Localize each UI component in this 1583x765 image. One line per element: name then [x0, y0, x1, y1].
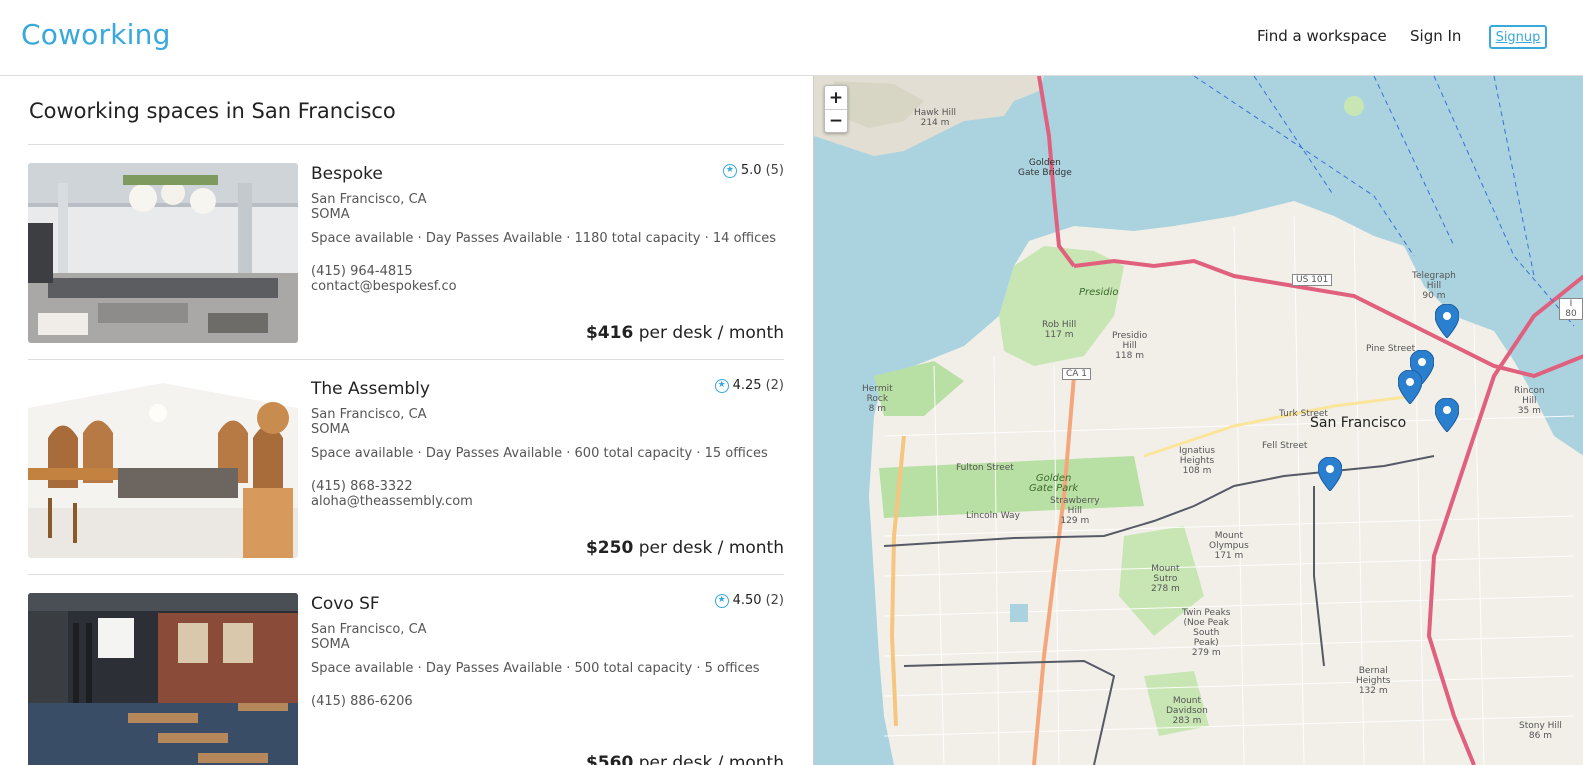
rating-value: 4.25 [732, 378, 762, 393]
price-unit: per desk / month [638, 753, 784, 765]
highway-shield: CA 1 [1062, 368, 1092, 380]
rating-count: (2) [765, 593, 784, 608]
street-label: Lincoln Way [966, 511, 1020, 521]
listing-photo[interactable] [28, 378, 298, 558]
listing-city: San Francisco, CA [311, 622, 427, 637]
listing-email[interactable]: aloha@theassembly.com [311, 494, 473, 509]
star-icon: ★ [714, 593, 729, 608]
street-label: Fulton Street [956, 463, 1014, 473]
listing-neighborhood: SOMA [311, 422, 350, 437]
highway-shield: US 101 [1292, 274, 1333, 286]
listing-features: Space available · Day Passes Available ·… [311, 446, 768, 461]
listing-features: Space available · Day Passes Available ·… [311, 661, 760, 676]
map-label: Presidio [1079, 287, 1119, 298]
listing-rating: ★ 4.50 (2) [714, 593, 784, 608]
map-view[interactable]: + − San Francisco Hawk Hill 214 m Golden… [813, 76, 1583, 765]
map-label: Stony Hill 86 m [1519, 721, 1562, 741]
map-label: Hermit Rock 8 m [862, 384, 893, 414]
listings-panel: Coworking spaces in San Francisco Bespok… [0, 76, 813, 765]
listing-email[interactable]: contact@bespokesf.co [311, 279, 457, 294]
star-icon: ★ [714, 378, 729, 393]
divider [28, 359, 784, 360]
listing-name[interactable]: The Assembly [311, 379, 430, 399]
price-unit: per desk / month [638, 323, 784, 343]
price-amount: $560 [585, 753, 634, 765]
map-tiles[interactable] [814, 76, 1583, 765]
map-marker-icon[interactable] [1435, 304, 1459, 338]
highway-shield: I 80 [1559, 298, 1583, 320]
map-label: Bernal Heights 132 m [1356, 666, 1391, 696]
zoom-in-button[interactable]: + [825, 86, 847, 109]
zoom-control: + − [824, 85, 848, 133]
zoom-out-button[interactable]: − [825, 109, 847, 132]
map-label: Mount Olympus 171 m [1209, 531, 1249, 561]
map-label: Ignatius Heights 108 m [1179, 446, 1216, 476]
map-label: Rob Hill 117 m [1042, 320, 1077, 340]
listing-name[interactable]: Bespoke [311, 164, 383, 184]
listing-features: Space available · Day Passes Available ·… [311, 231, 777, 246]
map-label: Golden Gate Bridge [1018, 158, 1072, 178]
map-label: Mount Davidson 283 m [1166, 696, 1208, 726]
listing-city: San Francisco, CA [311, 192, 427, 207]
listing-card[interactable]: Covo SF ★ 4.50 (2) San Francisco, CA SOM… [28, 593, 784, 765]
rating-count: (2) [765, 378, 784, 393]
map-label: Rincon Hill 35 m [1514, 386, 1545, 416]
nav-find-workspace[interactable]: Find a workspace [1257, 27, 1387, 45]
listing-phone[interactable]: (415) 886-6206 [311, 694, 413, 709]
listing-phone[interactable]: (415) 964-4815 [311, 264, 413, 279]
page-title: Coworking spaces in San Francisco [29, 99, 396, 123]
rating-value: 4.50 [732, 593, 762, 608]
map-label: Presidio Hill 118 m [1112, 331, 1148, 361]
listing-card[interactable]: The Assembly ★ 4.25 (2) San Francisco, C… [28, 378, 784, 558]
map-label: Twin Peaks (Noe Peak South Peak) 279 m [1182, 608, 1231, 658]
listing-neighborhood: SOMA [311, 207, 350, 222]
star-icon: ★ [722, 163, 737, 178]
brand-logo[interactable]: Coworking [21, 18, 171, 51]
map-marker-icon[interactable] [1318, 457, 1342, 491]
map-label: Hawk Hill 214 m [914, 108, 956, 128]
map-label: Mount Sutro 278 m [1151, 564, 1180, 594]
listing-rating: ★ 4.25 (2) [714, 378, 784, 393]
map-label: Telegraph Hill 90 m [1412, 271, 1456, 301]
price-unit: per desk / month [638, 538, 784, 558]
listing-photo[interactable] [28, 593, 298, 765]
price-amount: $250 [585, 538, 634, 558]
top-navbar: Coworking Find a workspace Sign In Signu… [0, 0, 1583, 76]
listing-name[interactable]: Covo SF [311, 594, 380, 614]
map-marker-icon[interactable] [1398, 370, 1422, 404]
street-label: Pine Street [1366, 344, 1416, 354]
signup-button[interactable]: Signup [1489, 25, 1547, 49]
listing-price: $560 per desk / month [586, 753, 784, 765]
listing-neighborhood: SOMA [311, 637, 350, 652]
price-amount: $416 [585, 323, 634, 343]
rating-count: (5) [765, 163, 784, 178]
listing-city: San Francisco, CA [311, 407, 427, 422]
rating-value: 5.0 [740, 163, 762, 178]
listing-phone[interactable]: (415) 868-3322 [311, 479, 413, 494]
listing-price: $416 per desk / month [586, 323, 784, 343]
map-label: Golden Gate Park [1029, 473, 1079, 494]
map-marker-icon[interactable] [1435, 398, 1459, 432]
divider [28, 574, 784, 575]
street-label: Fell Street [1262, 441, 1308, 451]
listing-card[interactable]: Bespoke ★ 5.0 (5) San Francisco, CA SOMA… [28, 163, 784, 343]
listing-rating: ★ 5.0 (5) [722, 163, 784, 178]
listing-photo[interactable] [28, 163, 298, 343]
map-label: Strawberry Hill 129 m [1050, 496, 1100, 526]
street-label: Turk Street [1279, 409, 1328, 419]
listing-price: $250 per desk / month [586, 538, 784, 558]
nav-sign-in[interactable]: Sign In [1410, 27, 1461, 45]
divider [28, 144, 784, 145]
